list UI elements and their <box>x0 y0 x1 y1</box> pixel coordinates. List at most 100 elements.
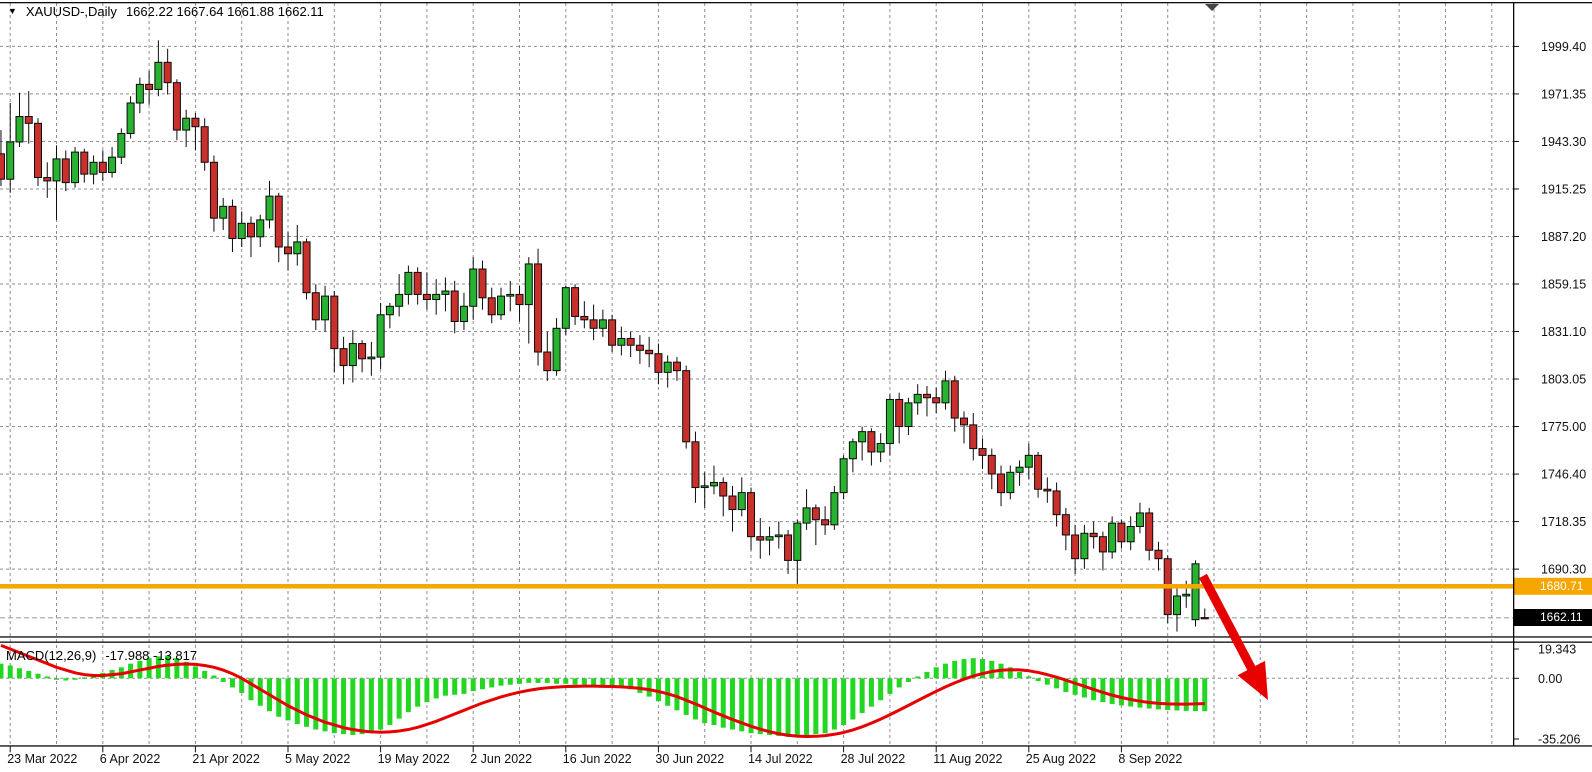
candle-body <box>1035 455 1042 489</box>
macd-histogram-bar <box>1202 678 1207 711</box>
candle-body <box>822 520 829 525</box>
macd-histogram-bar <box>989 661 994 678</box>
candle-body <box>738 493 745 510</box>
candle-body <box>849 442 856 459</box>
macd-histogram-bar <box>499 678 504 685</box>
candle-body <box>923 394 930 397</box>
trend-arrow-shaft[interactable] <box>1203 576 1254 673</box>
macd-histogram-bar <box>295 678 300 724</box>
indicator-label: MACD(12,26,9) -17.988 -13.817 <box>6 648 197 663</box>
price-axis-label: 1831.10 <box>1541 325 1586 339</box>
candle-body <box>183 118 190 130</box>
candle-body <box>683 371 690 442</box>
macd-histogram-bar <box>545 678 550 683</box>
macd-axis-label: 0.00 <box>1538 672 1562 686</box>
candle-body <box>7 142 14 179</box>
candle-body <box>905 403 912 427</box>
candle-body <box>488 298 495 315</box>
candle-body <box>396 294 403 306</box>
candle-body <box>710 482 717 485</box>
macd-histogram-bar <box>915 676 920 678</box>
support-line[interactable] <box>0 584 1513 589</box>
macd-histogram-bar <box>1193 678 1198 711</box>
candle-body <box>294 242 301 254</box>
candle-body <box>331 296 338 349</box>
price-axis-label: 1887.20 <box>1541 230 1586 244</box>
macd-histogram-bar <box>378 678 383 729</box>
candle-body <box>785 535 792 560</box>
candle-body <box>877 444 884 452</box>
candle-body <box>748 493 755 537</box>
candle-body <box>442 291 449 294</box>
candle-body <box>757 537 764 540</box>
macd-histogram-bar <box>350 678 355 735</box>
candle-body <box>16 117 23 142</box>
macd-histogram-bar <box>489 678 494 687</box>
macd-histogram-bar <box>711 678 716 725</box>
candle-body <box>62 159 69 183</box>
candle-body <box>0 154 4 179</box>
candle-body <box>118 133 125 157</box>
macd-histogram-bar <box>684 678 689 715</box>
candle-body <box>1127 527 1134 542</box>
macd-histogram-bar <box>573 678 578 684</box>
candle-body <box>386 306 393 314</box>
chart-canvas[interactable]: 1999.401971.351943.301915.251887.201859.… <box>0 0 1592 772</box>
candle-body <box>1136 513 1143 527</box>
macd-histogram-bar <box>45 676 50 678</box>
date-axis-label: 19 May 2022 <box>378 752 450 766</box>
candle-body <box>479 269 486 298</box>
candle-body <box>322 296 329 320</box>
macd-histogram-bar <box>1017 672 1022 678</box>
macd-histogram-bar <box>369 678 374 732</box>
symbol-dropdown-icon[interactable]: ▼ <box>8 5 17 18</box>
macd-histogram-bar <box>1174 678 1179 710</box>
macd-histogram-bar <box>443 678 448 695</box>
macd-histogram-bar <box>17 668 22 678</box>
macd-histogram-bar <box>795 678 800 736</box>
candle-body <box>257 220 264 237</box>
chart-title: ▼ XAUUSD-,Daily 1662.22 1667.64 1661.88 … <box>8 4 324 19</box>
macd-histogram-bar <box>434 678 439 698</box>
candle-body <box>192 118 199 126</box>
date-axis-label: 30 Jun 2022 <box>655 752 724 766</box>
candle-body <box>803 508 810 523</box>
candle-body <box>933 398 940 403</box>
macd-histogram-bar <box>841 678 846 725</box>
bid-price-tag: 1662.11 <box>1513 609 1592 626</box>
candle-body <box>664 362 671 372</box>
macd-histogram-bar <box>878 678 883 700</box>
candle-body <box>1099 537 1106 552</box>
macd-histogram-bar <box>387 678 392 725</box>
macd-histogram-bar <box>647 678 652 696</box>
macd-histogram-bar <box>943 664 948 679</box>
candle-body <box>368 357 375 359</box>
date-axis-label: 21 Apr 2022 <box>192 752 259 766</box>
macd-histogram-bar <box>730 678 735 729</box>
candle-body <box>173 83 180 130</box>
candle-body <box>581 316 588 319</box>
macd-histogram-bar <box>1184 678 1189 711</box>
price-axis-label: 1803.05 <box>1541 373 1586 387</box>
macd-histogram-bar <box>526 678 531 683</box>
bottom-axis-border <box>0 745 1592 746</box>
candle-body <box>53 159 60 181</box>
candle-body <box>81 152 88 174</box>
candle-body <box>646 350 653 353</box>
date-axis-label: 5 May 2022 <box>285 752 350 766</box>
macd-histogram-bar <box>804 678 809 735</box>
macd-histogram-bar <box>1119 678 1124 705</box>
candle-body <box>729 496 736 510</box>
macd-histogram-bar <box>582 678 587 684</box>
macd-histogram-bar <box>674 678 679 710</box>
macd-histogram-bar <box>1128 678 1133 706</box>
date-axis-label: 11 Aug 2022 <box>933 752 1002 766</box>
macd-histogram-bar <box>776 678 781 736</box>
price-axis-label: 1943.30 <box>1541 135 1586 149</box>
candle-body <box>636 345 643 350</box>
candle-body <box>109 157 116 172</box>
candle-body <box>859 432 866 442</box>
candle-body <box>1025 455 1032 467</box>
macd-histogram-bar <box>508 678 513 684</box>
candle-body <box>414 272 421 294</box>
